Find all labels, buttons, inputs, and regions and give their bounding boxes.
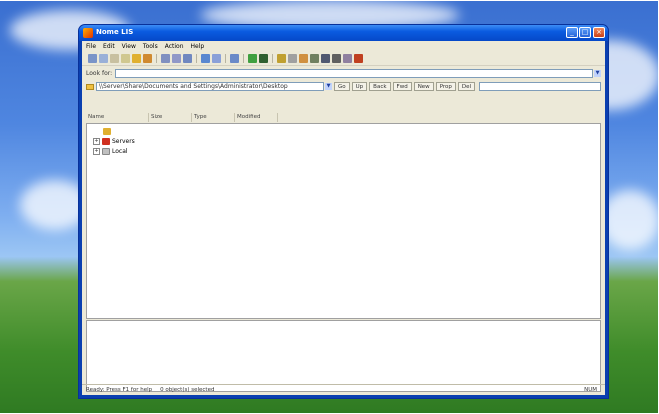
toolbar	[82, 52, 605, 66]
status-bar: Ready: Press F1 for help 0 object(s) sel…	[82, 384, 605, 395]
menu-action[interactable]: Action	[165, 43, 184, 50]
menu-bar: File Edit View Tools Action Help	[82, 41, 605, 51]
search-input[interactable]	[115, 69, 593, 78]
column-name[interactable]: Name	[86, 113, 149, 122]
open-icon[interactable]	[88, 54, 97, 63]
menu-file[interactable]: File	[86, 43, 96, 50]
status-selection: 0 object(s) selected	[160, 387, 215, 393]
chart-icon[interactable]	[299, 54, 308, 63]
connect-icon[interactable]	[201, 54, 210, 63]
tree-node-local[interactable]: + Local	[93, 148, 128, 155]
location-row: \\Server\Share\Documents and Settings\Ad…	[86, 81, 601, 92]
secondary-input[interactable]	[479, 82, 601, 91]
stop-icon[interactable]	[259, 54, 268, 63]
tree-view[interactable]: + Servers + Local	[86, 123, 601, 319]
properties-button[interactable]: Prop	[435, 82, 456, 91]
status-numlock: NUM	[584, 387, 597, 393]
computer-icon	[102, 148, 110, 155]
save-icon[interactable]	[99, 54, 108, 63]
tag-icon[interactable]	[230, 54, 239, 63]
back-button[interactable]: Back	[369, 82, 391, 91]
pencil-icon[interactable]	[277, 54, 286, 63]
server-icon	[102, 138, 110, 145]
app-window: Nome LIS _ □ × File Edit View Tools Acti…	[79, 25, 608, 398]
toolbar-separator	[272, 54, 273, 63]
maximize-button[interactable]: □	[579, 27, 591, 38]
expand-icon[interactable]: +	[93, 138, 100, 145]
up-button[interactable]: Up	[351, 82, 368, 91]
column-modified[interactable]: Modified	[235, 113, 278, 122]
column-type[interactable]: Type	[192, 113, 235, 122]
list-icon[interactable]	[172, 54, 181, 63]
column-header: Name Size Type Modified	[86, 113, 601, 122]
menu-view[interactable]: View	[122, 43, 136, 50]
refresh-icon[interactable]	[143, 54, 152, 63]
close-button[interactable]: ×	[593, 27, 605, 38]
status-text: Ready: Press F1 for help	[86, 387, 153, 393]
toolbar-separator	[196, 54, 197, 63]
tree-root-node[interactable]	[103, 128, 113, 135]
menu-help[interactable]: Help	[191, 43, 205, 50]
details-icon[interactable]	[183, 54, 192, 63]
tree-node-label: Servers	[112, 138, 135, 145]
app-icon	[83, 28, 93, 38]
search-dropdown-icon[interactable]: ▼	[594, 70, 601, 77]
toolbar-separator	[156, 54, 157, 63]
printer-icon[interactable]	[332, 54, 341, 63]
folder-icon	[86, 83, 94, 90]
tree-node-servers[interactable]: + Servers	[93, 138, 135, 145]
delete-button[interactable]: Del	[457, 82, 476, 91]
title-bar[interactable]: Nome LIS _ □ ×	[79, 25, 608, 41]
mail-icon[interactable]	[343, 54, 352, 63]
location-input[interactable]: \\Server\Share\Documents and Settings\Ad…	[96, 82, 324, 91]
menu-edit[interactable]: Edit	[103, 43, 115, 50]
client-area: File Edit View Tools Action Help Look fo…	[82, 41, 605, 395]
forward-button[interactable]: Fwd	[392, 82, 412, 91]
search-label: Look for:	[86, 70, 113, 77]
grid-icon[interactable]	[161, 54, 170, 63]
cut-icon[interactable]	[110, 54, 119, 63]
location-dropdown-icon[interactable]: ▼	[325, 83, 332, 90]
monitor-icon[interactable]	[321, 54, 330, 63]
column-size[interactable]: Size	[149, 113, 192, 122]
new-button[interactable]: New	[413, 82, 434, 91]
home-icon[interactable]	[248, 54, 257, 63]
detail-panel[interactable]	[86, 320, 601, 392]
copy-icon[interactable]	[121, 54, 130, 63]
tree-root-icon	[103, 128, 111, 135]
toolbar-separator	[243, 54, 244, 63]
search-row: Look for: ▼	[86, 68, 601, 79]
go-button[interactable]: Go	[334, 82, 350, 91]
menu-tools[interactable]: Tools	[143, 43, 158, 50]
toolbar-separator	[225, 54, 226, 63]
search-icon[interactable]	[288, 54, 297, 63]
settings-icon[interactable]	[354, 54, 363, 63]
disconnect-icon[interactable]	[212, 54, 221, 63]
table-icon[interactable]	[310, 54, 319, 63]
window-title: Nome LIS	[96, 28, 134, 36]
minimize-button[interactable]: _	[566, 27, 578, 38]
tree-node-label: Local	[112, 148, 128, 155]
filter-icon[interactable]	[132, 54, 141, 63]
expand-icon[interactable]: +	[93, 148, 100, 155]
